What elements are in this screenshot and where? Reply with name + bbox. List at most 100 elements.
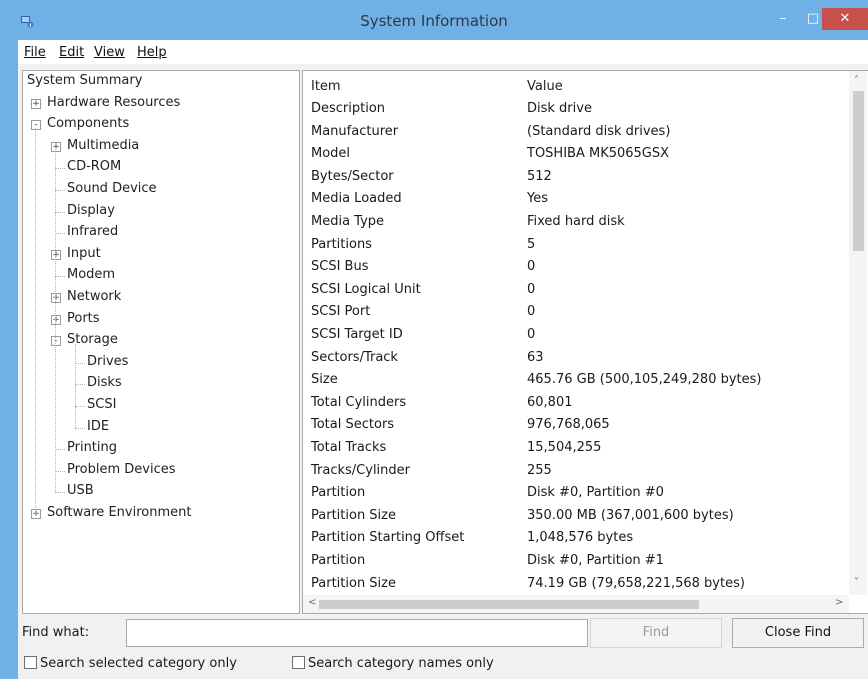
table-row[interactable]: SCSI Target ID 0 [303,327,833,349]
table-row[interactable]: Partition Disk #0, Partition #0 [303,485,833,507]
item-cell: SCSI Logical Unit [311,281,421,297]
value-cell: 0 [527,259,536,275]
tree-connector [55,233,65,235]
find-what-input[interactable] [126,619,588,647]
table-row[interactable]: Total Tracks 15,504,255 [303,440,833,462]
table-row[interactable]: Total Cylinders 60,801 [303,395,833,417]
tree-item[interactable]: Disks [87,375,122,390]
horizontal-scroll-thumb[interactable] [319,600,699,609]
value-cell: 465.76 GB (500,105,249,280 bytes) [527,372,762,388]
tree-item[interactable]: Display [67,203,115,218]
collapse-icon[interactable]: - [51,336,61,347]
table-row[interactable]: Bytes/Sector 512 [303,169,833,191]
value-cell: Fixed hard disk [527,214,625,229]
column-header-value[interactable]: Value [527,79,563,94]
item-cell: Sectors/Track [311,349,398,365]
find-button[interactable]: Find [590,618,722,648]
table-row[interactable]: Size 465.76 GB (500,105,249,280 bytes) [303,372,833,394]
expand-icon[interactable]: + [51,314,61,325]
table-row[interactable]: Tracks/Cylinder 255 [303,463,833,485]
tree-item[interactable]: CD-ROM [67,159,121,174]
tree-connector [75,406,85,407]
checkbox-label: Search selected category only [40,656,237,671]
menu-bar: File Edit View Help [18,40,868,64]
tree-connector [55,492,65,494]
title-bar[interactable]: System Information – □ ✕ [0,0,868,40]
tree-item[interactable]: SCSI [87,397,116,412]
vertical-scroll-thumb[interactable] [853,91,864,251]
expand-icon[interactable]: + [31,98,41,109]
tree-item[interactable]: Drives [87,354,128,369]
scroll-left-icon[interactable]: < [308,597,316,608]
table-row[interactable]: SCSI Port 0 [303,304,833,326]
expand-icon[interactable]: + [51,293,61,303]
checkbox-box[interactable] [24,656,37,669]
tree-item[interactable]: Components [47,116,129,131]
expand-icon[interactable]: + [31,509,41,519]
tree-connector [75,362,85,364]
table-row[interactable]: Partitions 5 [303,237,833,259]
tree-item[interactable]: System Summary [27,73,142,88]
scroll-up-icon[interactable]: ˄ [854,75,859,86]
menu-help[interactable]: Help [137,45,167,60]
tree-item[interactable]: Infrared [67,224,118,239]
category-tree[interactable]: System Summary Hardware Resources + Compone… [22,70,300,614]
expand-icon[interactable]: + [51,249,61,260]
table-row[interactable]: Media Type Fixed hard disk [303,214,833,236]
expand-icon[interactable]: + [51,141,61,152]
search-category-names-checkbox[interactable]: Search category names only [292,656,494,671]
table-row[interactable]: SCSI Bus 0 [303,259,833,281]
item-cell: SCSI Port [311,304,371,320]
menu-edit[interactable]: Edit [59,45,84,60]
item-cell: Total Tracks [311,440,387,455]
table-row[interactable]: SCSI Logical Unit 0 [303,282,833,304]
tree-item[interactable]: Network [67,289,121,304]
tree-item[interactable]: Ports [67,311,100,326]
item-cell: Partition [311,485,366,501]
tree-item[interactable]: IDE [87,419,109,434]
value-cell: 15,504,255 [527,440,602,455]
minimize-button[interactable]: – [770,8,796,30]
table-row[interactable]: Media Loaded Yes [303,191,833,213]
vertical-scrollbar[interactable]: ˄ ˅ [849,71,867,595]
tree-item[interactable]: Multimedia [67,138,139,153]
tree-connector [55,276,65,278]
scroll-right-icon[interactable]: > [835,597,843,608]
close-find-button[interactable]: Close Find [732,618,864,648]
table-row[interactable]: Partition Disk #0, Partition #1 [303,553,833,575]
tree-item[interactable]: Modem [67,267,115,282]
table-row[interactable]: Manufacturer (Standard disk drives) [303,124,833,146]
value-cell: 74.19 GB (79,658,221,568 bytes) [527,575,745,591]
close-button[interactable]: ✕ [822,8,868,30]
value-cell: Disk #0, Partition #1 [527,553,664,568]
table-row[interactable]: Description Disk drive [303,101,833,123]
table-row[interactable]: Partition Starting Offset 1,048,576 bytes [303,530,833,552]
minimize-icon: – [779,11,787,26]
item-cell: Tracks/Cylinder [311,462,410,478]
tree-item[interactable]: Software Environment [47,505,191,520]
details-pane[interactable]: Item Value Description Disk drive Manufact… [302,70,868,614]
menu-file[interactable]: File [24,45,46,60]
horizontal-scrollbar[interactable]: < > [303,595,849,613]
tree-item[interactable]: Sound Device [67,181,157,196]
menu-view[interactable]: View [94,45,125,60]
tree-item[interactable]: Hardware Resources [47,95,180,110]
table-row[interactable]: Partition Size 350.00 MB (367,001,600 byt… [303,508,833,530]
column-header-item[interactable]: Item [311,79,341,94]
tree-item[interactable]: Input [67,246,101,261]
table-row[interactable]: Total Sectors 976,768,065 [303,417,833,439]
scroll-down-icon[interactable]: ˅ [854,577,859,588]
table-row[interactable]: Model TOSHIBA MK5065GSX [303,146,833,168]
tree-item[interactable]: Printing [67,440,117,455]
tree-item[interactable]: USB [67,483,94,498]
item-cell: Manufacturer [311,123,399,139]
checkbox-box[interactable] [292,656,305,669]
window-title: System Information [360,12,508,30]
collapse-icon[interactable]: - [31,120,41,131]
value-cell: TOSHIBA MK5065GSX [527,146,670,162]
item-cell: Partition Size [311,507,396,523]
table-row[interactable]: Sectors/Track 63 [303,350,833,372]
tree-item[interactable]: Problem Devices [67,462,176,477]
search-selected-category-checkbox[interactable]: Search selected category only [24,656,237,671]
value-cell: 0 [527,281,536,297]
